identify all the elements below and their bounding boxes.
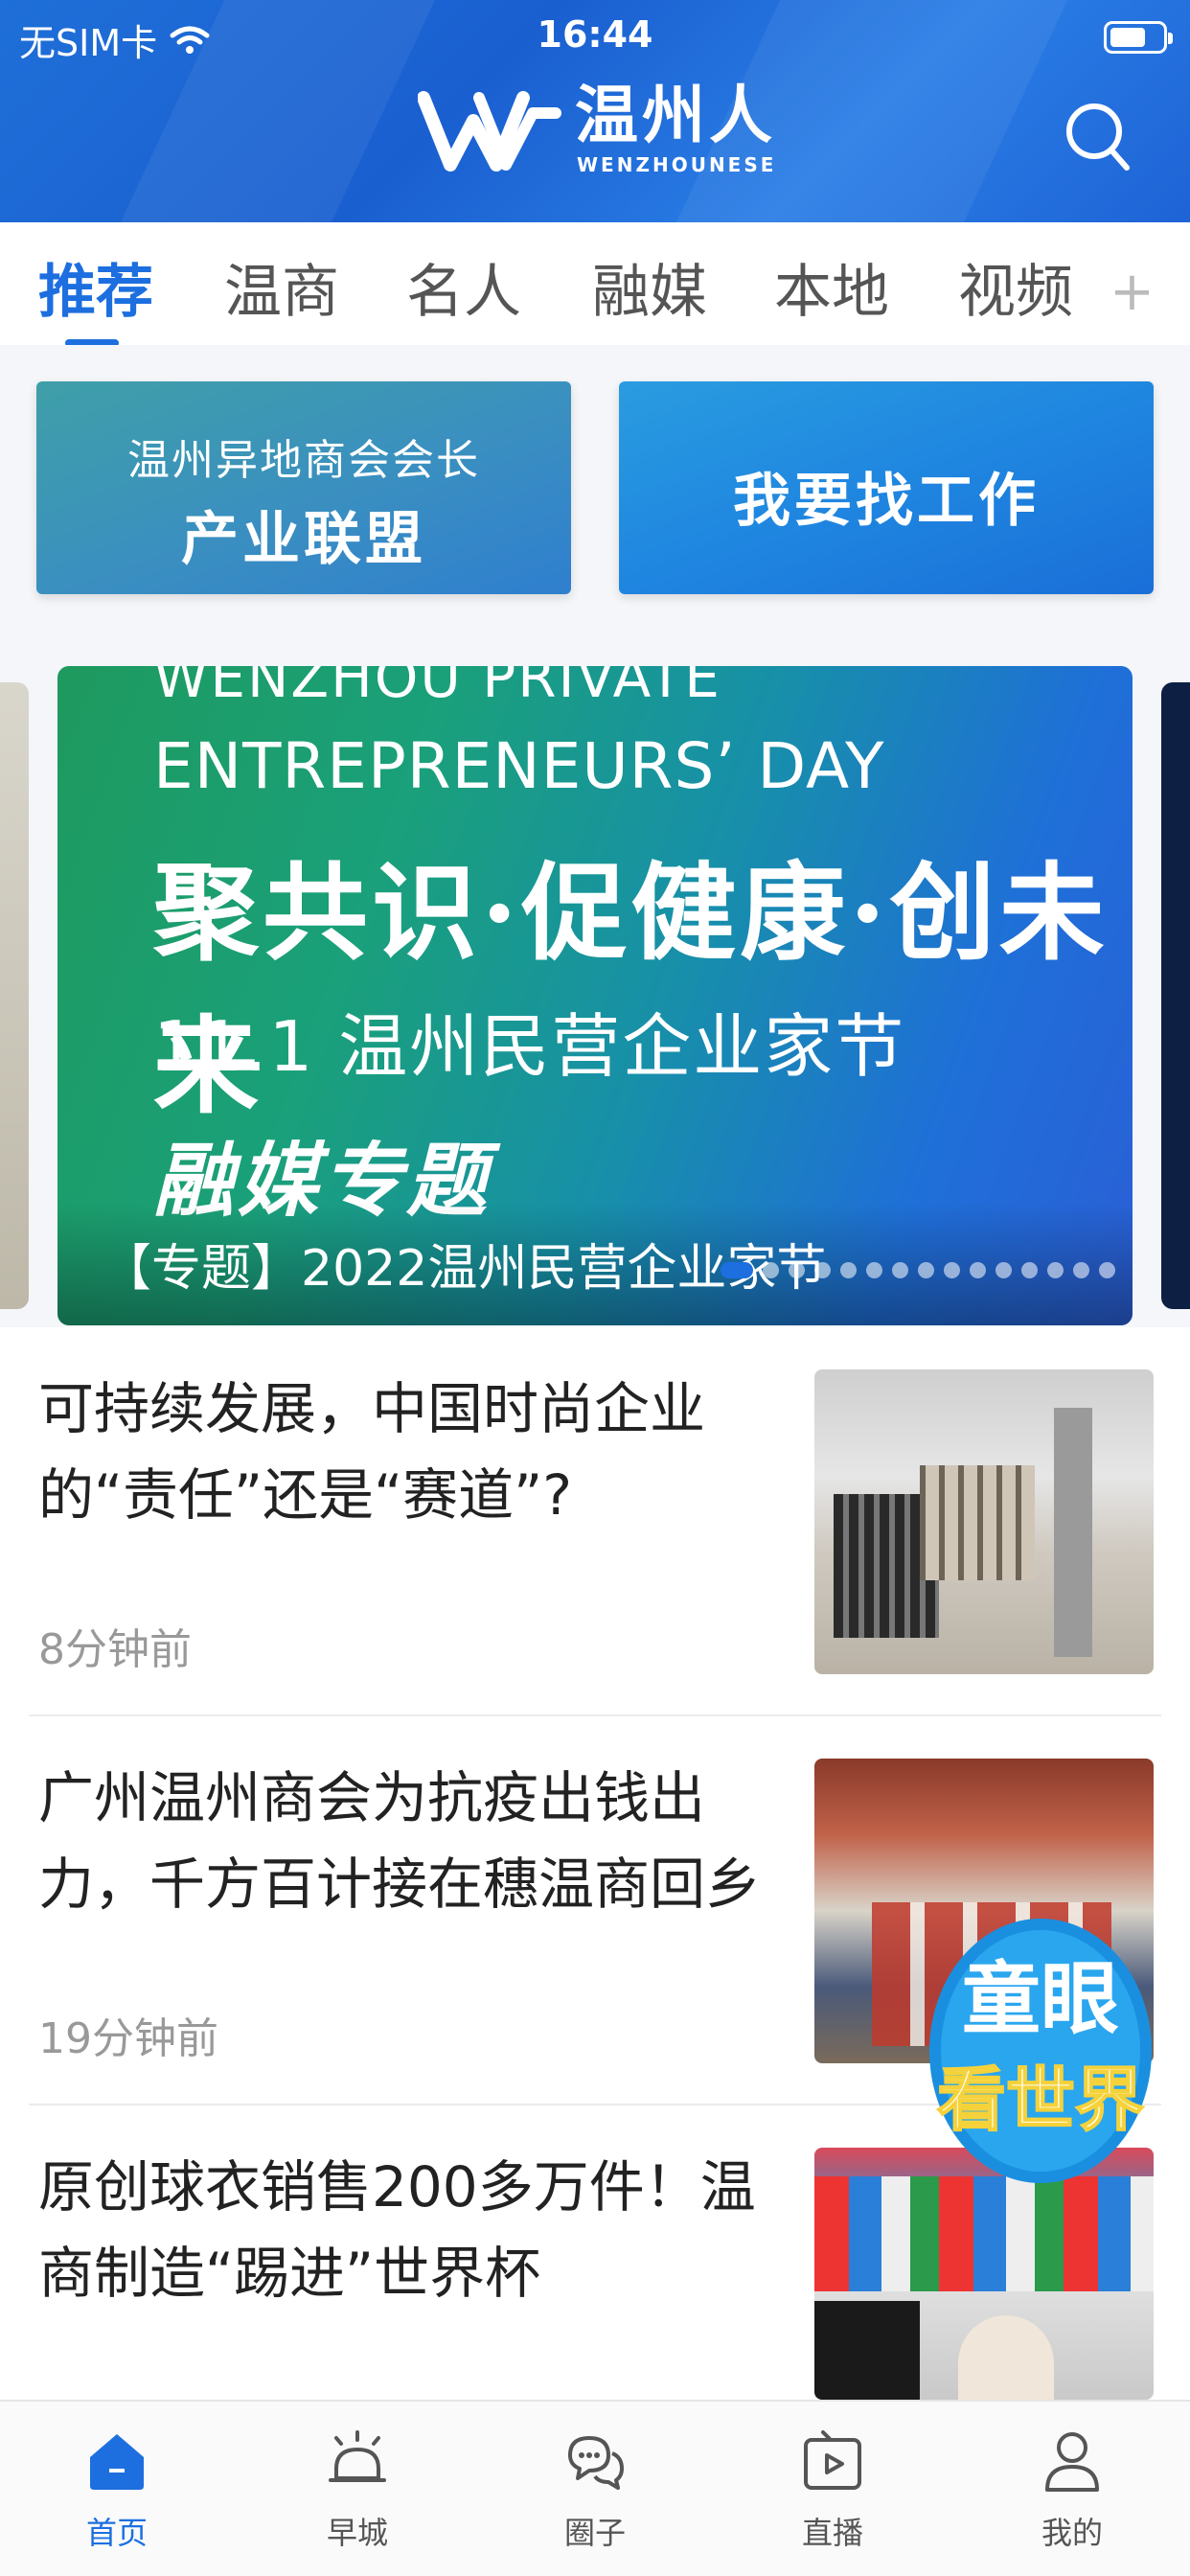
tab-wenshang[interactable]: 温商 bbox=[224, 245, 339, 329]
alarm-bell-icon bbox=[329, 2430, 386, 2482]
status-bar: 无SIM卡 16:44 bbox=[0, 13, 1190, 64]
nav-mine[interactable]: 我的 bbox=[1000, 2426, 1144, 2553]
nav-zaocheng-label: 早城 bbox=[326, 2515, 388, 2551]
svg-text:看世界: 看世界 bbox=[937, 2059, 1144, 2140]
tab-celebrities[interactable]: 名人 bbox=[406, 245, 521, 329]
nav-circle-label: 圈子 bbox=[563, 2515, 626, 2551]
carousel-dot bbox=[892, 1262, 908, 1278]
banner-english-line1: WENZHOU PRIVATE bbox=[153, 666, 721, 710]
kids-view-world-badge[interactable]: 童眼 看世界 bbox=[926, 1911, 1156, 2185]
carousel-next-slide[interactable] bbox=[1161, 682, 1190, 1309]
news-time: 19分钟前 bbox=[38, 2014, 218, 2063]
carousel-dot bbox=[763, 1262, 779, 1278]
news-title: 原创球衣销售200多万件！温商制造“踢进”世界杯 bbox=[38, 2154, 756, 2306]
carousel-dot bbox=[944, 1262, 960, 1278]
battery-icon bbox=[1104, 21, 1173, 54]
logo-english-text: WENZHOUNESE bbox=[577, 153, 777, 176]
carousel-indicator bbox=[721, 1262, 1115, 1278]
news-thumbnail bbox=[814, 1369, 1154, 1674]
carousel-dot bbox=[918, 1262, 934, 1278]
nav-live-label: 直播 bbox=[801, 2515, 863, 2551]
news-title: 可持续发展，中国时尚企业的“责任”还是“赛道”? bbox=[38, 1376, 706, 1528]
tab-media[interactable]: 融媒 bbox=[592, 245, 707, 329]
news-time: 8分钟前 bbox=[38, 1625, 192, 1674]
banner-english-line2: ENTREPRENEURS’ DAY bbox=[153, 729, 885, 803]
tab-video[interactable]: 视频 bbox=[958, 245, 1073, 329]
carousel-dot bbox=[1021, 1262, 1038, 1278]
industry-alliance-subtitle: 温州异地商会会长 bbox=[127, 436, 480, 485]
industry-alliance-button[interactable]: 温州异地商会会长 产业联盟 bbox=[36, 381, 571, 594]
chat-bubbles-icon bbox=[568, 2436, 624, 2490]
carousel-dot bbox=[840, 1262, 857, 1278]
industry-alliance-label: 产业联盟 bbox=[181, 506, 426, 573]
logo-w-mark-icon bbox=[418, 91, 561, 172]
find-job-label: 我要找工作 bbox=[733, 468, 1040, 535]
news-title: 广州温州商会为抗疫出钱出力，千方百计接在穗温商回乡 bbox=[38, 1765, 762, 1917]
carousel-dot bbox=[814, 1262, 831, 1278]
carousel-dot bbox=[995, 1262, 1012, 1278]
carousel-prev-slide[interactable] bbox=[0, 682, 29, 1309]
carousel-dot bbox=[789, 1262, 805, 1278]
live-play-icon bbox=[804, 2430, 861, 2490]
carousel-dot bbox=[721, 1262, 753, 1278]
find-job-button[interactable]: 我要找工作 bbox=[619, 381, 1154, 594]
carousel-dot bbox=[866, 1262, 882, 1278]
app-header: 无SIM卡 16:44 温州人 WENZHOUNESE bbox=[0, 0, 1190, 222]
nav-home[interactable]: 首页 bbox=[45, 2426, 189, 2553]
carousel-dot bbox=[1073, 1262, 1089, 1278]
app-logo: 温州人 WENZHOUNESE bbox=[418, 84, 776, 176]
banner-caption: 【专题】2022温州民营企业家节 bbox=[102, 1240, 827, 1298]
nav-zaocheng[interactable]: 早城 bbox=[286, 2426, 429, 2553]
home-icon bbox=[90, 2434, 144, 2490]
search-icon[interactable] bbox=[1064, 101, 1133, 173]
nav-mine-label: 我的 bbox=[1041, 2515, 1103, 2551]
news-item[interactable]: 可持续发展，中国时尚企业的“责任”还是“赛道”? 8分钟前 bbox=[0, 1327, 1190, 1716]
status-time: 16:44 bbox=[537, 13, 653, 56]
add-tab-icon[interactable]: + bbox=[1110, 261, 1155, 323]
tab-local[interactable]: 本地 bbox=[774, 245, 889, 329]
profile-icon bbox=[1045, 2432, 1099, 2492]
svg-text:童眼: 童眼 bbox=[962, 1954, 1119, 2045]
bottom-tab-bar: 首页 早城 圈子 直播 我的 bbox=[0, 2400, 1190, 2576]
nav-live[interactable]: 直播 bbox=[761, 2426, 904, 2553]
tab-recommend[interactable]: 推荐 bbox=[38, 245, 153, 329]
carousel-dot bbox=[970, 1262, 986, 1278]
news-thumbnail bbox=[814, 2148, 1154, 2400]
banner-date-line: 11.1 温州民营企业家节 bbox=[153, 1006, 906, 1087]
carousel-dot bbox=[1099, 1262, 1115, 1278]
banner-carousel[interactable]: WENZHOU PRIVATE ENTREPRENEURS’ DAY 聚共识·促… bbox=[57, 666, 1133, 1325]
carousel-dot bbox=[1047, 1262, 1064, 1278]
channel-tabs: 推荐 温商 名人 融媒 本地 视频 + bbox=[0, 222, 1190, 347]
logo-chinese-text: 温州人 bbox=[575, 79, 776, 152]
nav-circle[interactable]: 圈子 bbox=[523, 2426, 667, 2553]
nav-home-label: 首页 bbox=[85, 2515, 148, 2551]
